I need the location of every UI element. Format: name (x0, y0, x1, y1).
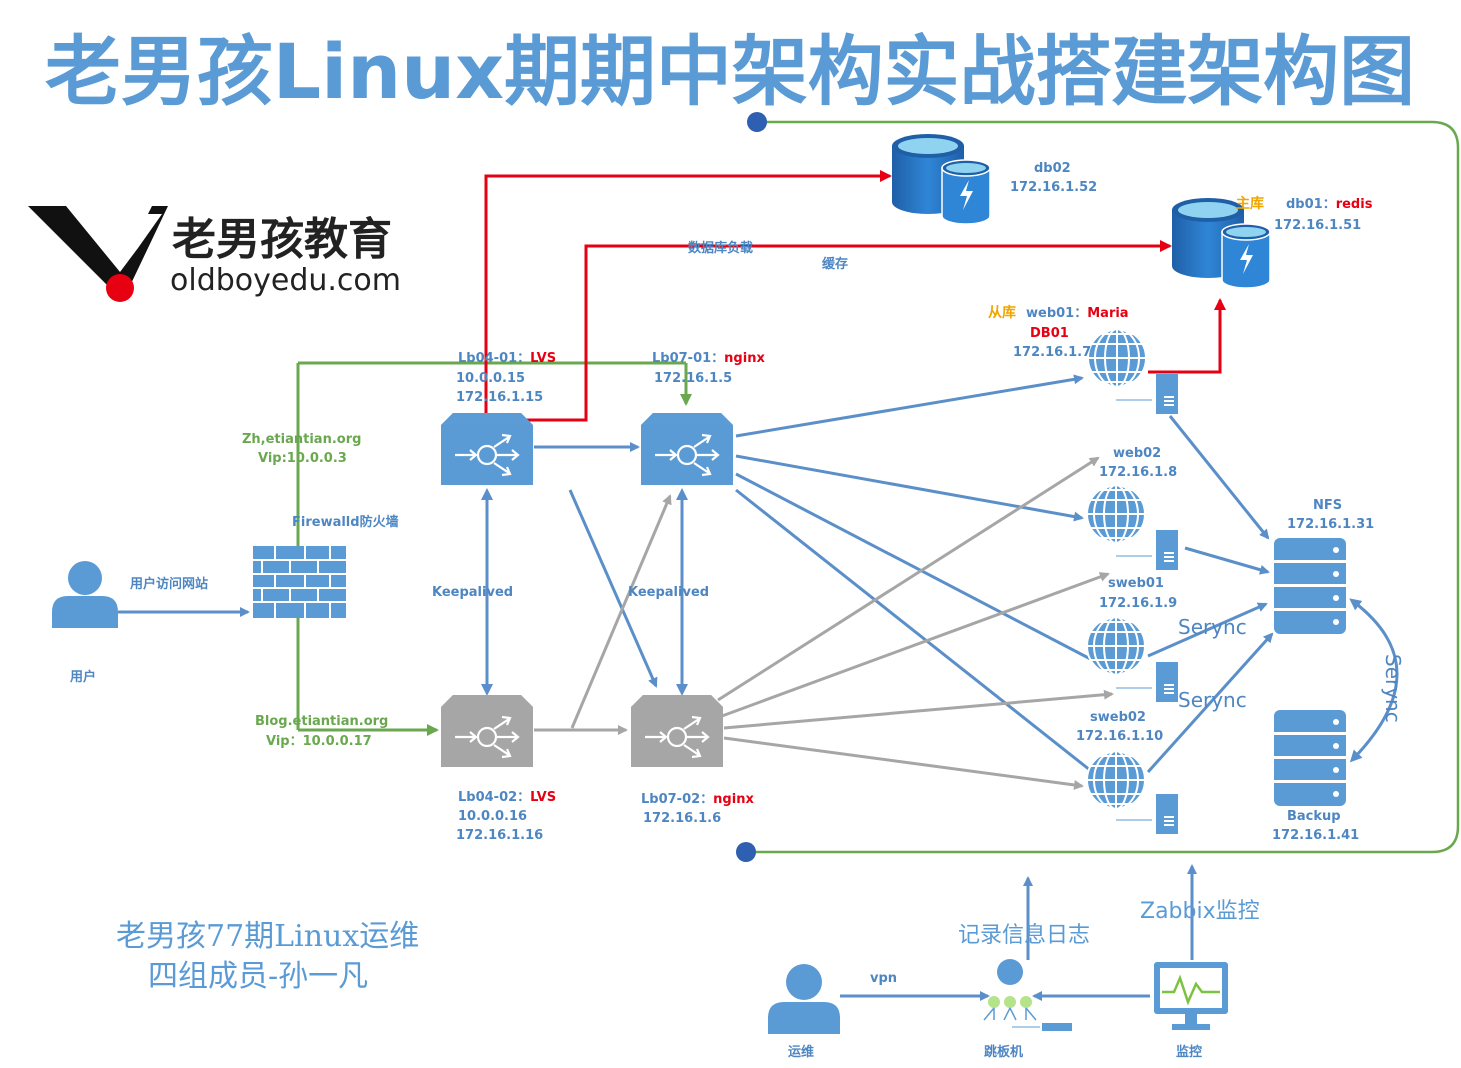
nginx2-to-sweb02 (723, 689, 1114, 730)
backup-storage-icon[interactable] (1274, 710, 1346, 806)
lb07-01-ip: 172.16.1.5 (654, 371, 732, 386)
monitor-icon[interactable] (1154, 962, 1228, 1030)
firewall-icon (253, 546, 346, 618)
nginx2-to-server4 (723, 736, 1084, 790)
sweb02-ip: 172.16.1.10 (1076, 729, 1163, 744)
nfs-ip: 172.16.1.31 (1287, 517, 1374, 532)
keepalived-nginx-label: Keepalived (628, 585, 709, 600)
logo-red-dot (106, 274, 134, 302)
sweb02-globe-icon[interactable] (1086, 750, 1146, 810)
serync-label-1: Serync (1178, 615, 1247, 639)
admin-label: 运维 (788, 1044, 814, 1060)
lb07-02-router-icon[interactable] (629, 693, 725, 769)
web01-label: 从库 web01：Maria (988, 304, 1129, 321)
serync-label-2: Serync (1178, 688, 1247, 712)
zh-vip-label: Vip:10.0.0.3 (258, 451, 347, 466)
web02-globe-icon[interactable] (1086, 484, 1146, 544)
user-action-label: 用户访问网站 (129, 576, 208, 592)
cache-label: 缓存 (822, 256, 848, 272)
lb04-01-ip2: 172.16.1.15 (456, 390, 543, 405)
jump-label: 跳板机 (984, 1044, 1023, 1060)
keepalived-lvs-label: Keepalived (432, 585, 513, 600)
master-slave-link (1148, 298, 1226, 374)
db01-label: 主库 db01：redis (1236, 195, 1373, 212)
lb04-02-router-icon[interactable] (439, 693, 535, 769)
user-icon (52, 561, 118, 628)
credits-line2: 四组成员-孙一凡 (148, 959, 368, 994)
sweb01-name: sweb01 (1108, 576, 1164, 591)
lb07-02-ip: 172.16.1.6 (643, 811, 721, 826)
page-title: 老男孩Linux期期中架构实战搭建架构图 (45, 27, 1415, 116)
web01-ip: 172.16.1.7 (1013, 345, 1091, 360)
lb04-02-name: Lb04-02：LVS (458, 790, 556, 805)
backup-name: Backup (1287, 809, 1341, 824)
web01-to-nfs (1168, 415, 1270, 540)
credits-line1: 老男孩77期Linux运维 (116, 919, 419, 954)
zabbix-label: Zabbix监控 (1140, 899, 1260, 924)
web01-role2: DB01 (1030, 326, 1069, 341)
lb04-01-router-icon[interactable] (439, 411, 535, 487)
backup-ip: 172.16.1.41 (1272, 828, 1359, 843)
lb04-02-ip2: 172.16.1.16 (456, 828, 543, 843)
oldboy-logo: 老男孩教育 oldboyedu.com (28, 206, 401, 302)
nginx1-to-web01 (735, 374, 1084, 438)
user-label: 用户 (69, 669, 96, 685)
logo-v-mark (28, 206, 168, 290)
web01-globe-icon[interactable] (1087, 328, 1147, 388)
loop-endpoint-top (747, 112, 767, 132)
db01-ip: 172.16.1.51 (1274, 218, 1361, 233)
db02-ip: 172.16.1.52 (1010, 180, 1097, 195)
sweb02-name: sweb02 (1090, 710, 1146, 725)
vpn-label: vpn (870, 971, 897, 986)
lb04-01-name: Lb04-01：LVS (458, 351, 556, 366)
lb04-01-ip1: 10.0.0.15 (456, 371, 525, 386)
sweb01-ip: 172.16.1.9 (1099, 596, 1177, 611)
web02-to-nfs (1184, 546, 1270, 575)
zh-domain-label: Zh,etiantian.org (242, 432, 361, 447)
db-load-label: 数据库负载 (688, 240, 753, 256)
lb07-01-router-icon[interactable] (639, 411, 735, 487)
blog-vip-label: Vip：10.0.0.17 (266, 734, 372, 749)
admin-user-icon (768, 964, 840, 1034)
lb07-01-name: Lb07-01：nginx (652, 351, 765, 366)
lb04-02-ip1: 10.0.0.16 (458, 809, 527, 824)
serync-label-3: Serync (1381, 654, 1405, 723)
web02-ip: 172.16.1.8 (1099, 465, 1177, 480)
nfs-name: NFS (1313, 498, 1342, 513)
nfs-storage-icon[interactable] (1274, 538, 1346, 634)
monitor-label: 监控 (1176, 1044, 1202, 1060)
lb07-02-name: Lb07-02：nginx (641, 792, 754, 807)
db02-name: db02 (1034, 161, 1071, 176)
db02-database-icon[interactable] (891, 133, 991, 225)
sweb01-globe-icon[interactable] (1086, 616, 1146, 676)
log-label: 记录信息日志 (958, 923, 1090, 948)
nginx1-to-web02 (735, 454, 1084, 522)
firewall-label: Firewalld防火墙 (292, 514, 399, 530)
web02-name: web02 (1113, 446, 1161, 461)
db02-link (484, 170, 892, 452)
logo-domain: oldboyedu.com (170, 263, 401, 298)
blog-domain-label: Blog.etiantian.org (255, 714, 388, 729)
nginx2-to-sweb01 (721, 572, 1110, 718)
logo-brand: 老男孩教育 (172, 214, 392, 265)
loop-endpoint-bottom (736, 842, 756, 862)
